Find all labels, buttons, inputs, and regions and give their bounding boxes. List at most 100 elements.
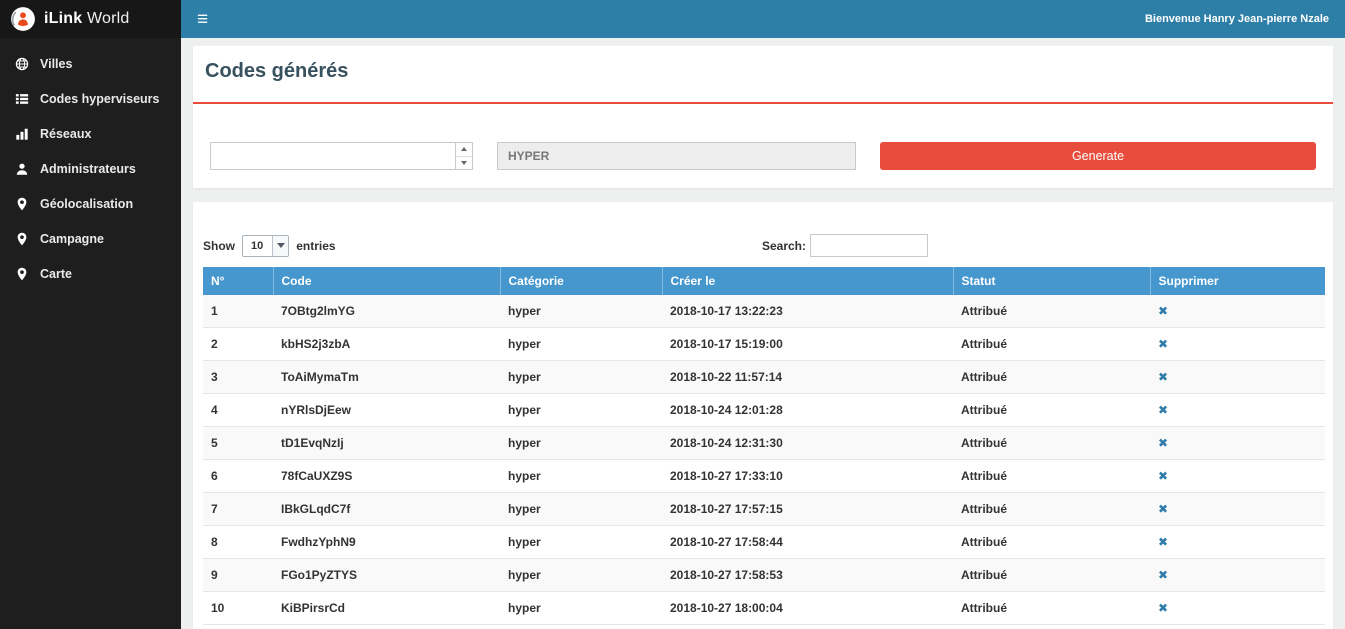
table-row: 8 FwdhzYphN9 hyper 2018-10-27 17:58:44 A… — [203, 526, 1325, 559]
sidebar-item-label: Campagne — [40, 232, 104, 246]
table-row: 5 tD1EvqNzIj hyper 2018-10-24 12:31:30 A… — [203, 427, 1325, 460]
red-divider — [193, 102, 1333, 104]
stepper-down-icon[interactable] — [456, 157, 472, 170]
delete-icon[interactable]: ✖ — [1158, 601, 1168, 615]
cell-created: 2018-10-22 11:57:14 — [662, 361, 953, 394]
menu-toggle-icon[interactable]: ≡ — [197, 10, 208, 29]
cell-delete: ✖ — [1150, 394, 1325, 427]
page-length-control: Show 10 entries — [203, 235, 336, 257]
cell-code: kbHS2j3zbA — [273, 328, 500, 361]
table-row: 2 kbHS2j3zbA hyper 2018-10-17 15:19:00 A… — [203, 328, 1325, 361]
cell-category: hyper — [500, 427, 662, 460]
cell-status: Attribué — [953, 592, 1150, 625]
cell-status: Attribué — [953, 295, 1150, 328]
quantity-stepper[interactable] — [210, 142, 473, 170]
cell-category: hyper — [500, 328, 662, 361]
codes-table: N°CodeCatégorieCréer leStatutSupprimer 1… — [203, 267, 1325, 625]
cell-code: nYRlsDjEew — [273, 394, 500, 427]
cell-status: Attribué — [953, 559, 1150, 592]
cell-created: 2018-10-27 17:58:53 — [662, 559, 953, 592]
cell-status: Attribué — [953, 427, 1150, 460]
generate-button[interactable]: Generate — [880, 142, 1316, 170]
cell-status: Attribué — [953, 526, 1150, 559]
sidebar-item-codes-hyperviseurs[interactable]: Codes hyperviseurs — [0, 81, 181, 116]
cell-num: 3 — [203, 361, 273, 394]
sidebar-item-label: Villes — [40, 57, 72, 71]
cell-category: hyper — [500, 295, 662, 328]
category-field[interactable] — [497, 142, 856, 170]
sidebar-item-administrateurs[interactable]: Administrateurs — [0, 151, 181, 186]
cell-created: 2018-10-27 17:58:44 — [662, 526, 953, 559]
brand-name: iLink World — [44, 10, 129, 28]
quantity-input[interactable] — [210, 142, 473, 170]
column-header-0[interactable]: N° — [203, 267, 273, 295]
user-icon — [15, 162, 29, 176]
sidebar: iLink World Villes Codes hyperviseurs Ré… — [0, 0, 181, 629]
sidebar-item-carte[interactable]: Carte — [0, 256, 181, 291]
cell-code: FGo1PyZTYS — [273, 559, 500, 592]
delete-icon[interactable]: ✖ — [1158, 304, 1168, 318]
table-row: 6 78fCaUXZ9S hyper 2018-10-27 17:33:10 A… — [203, 460, 1325, 493]
topbar: ≡ Bienvenue Hanry Jean-pierre Nzale — [181, 0, 1345, 38]
cell-num: 6 — [203, 460, 273, 493]
delete-icon[interactable]: ✖ — [1158, 535, 1168, 549]
sidebar-item-villes[interactable]: Villes — [0, 46, 181, 81]
stepper-arrows[interactable] — [455, 143, 472, 169]
column-header-3[interactable]: Créer le — [662, 267, 953, 295]
cell-num: 5 — [203, 427, 273, 460]
cell-num: 4 — [203, 394, 273, 427]
page-title: Codes générés — [203, 60, 1323, 83]
cell-code: 7OBtg2lmYG — [273, 295, 500, 328]
stepper-up-icon[interactable] — [456, 143, 472, 157]
cell-category: hyper — [500, 559, 662, 592]
column-header-2[interactable]: Catégorie — [500, 267, 662, 295]
cell-created: 2018-10-24 12:01:28 — [662, 394, 953, 427]
cell-delete: ✖ — [1150, 361, 1325, 394]
page-length-select[interactable]: 10 — [242, 235, 289, 257]
list-icon — [15, 92, 29, 106]
delete-icon[interactable]: ✖ — [1158, 436, 1168, 450]
marker-icon — [15, 232, 29, 246]
brand[interactable]: iLink World — [0, 0, 181, 38]
cell-category: hyper — [500, 526, 662, 559]
cell-code: ToAiMymaTm — [273, 361, 500, 394]
column-header-1[interactable]: Code — [273, 267, 500, 295]
globe-icon — [15, 57, 29, 71]
delete-icon[interactable]: ✖ — [1158, 370, 1168, 384]
delete-icon[interactable]: ✖ — [1158, 337, 1168, 351]
cell-num: 2 — [203, 328, 273, 361]
sidebar-item-label: Administrateurs — [40, 162, 136, 176]
page-length-value: 10 — [243, 236, 272, 256]
codes-table-panel: Show 10 entries Search: — [193, 202, 1333, 629]
delete-icon[interactable]: ✖ — [1158, 469, 1168, 483]
sidebar-item-reseaux[interactable]: Réseaux — [0, 116, 181, 151]
table-header-row: N°CodeCatégorieCréer leStatutSupprimer — [203, 267, 1325, 295]
sidebar-item-geolocalisation[interactable]: Géolocalisation — [0, 186, 181, 221]
column-header-4[interactable]: Statut — [953, 267, 1150, 295]
column-header-5[interactable]: Supprimer — [1150, 267, 1325, 295]
chevron-down-icon — [272, 236, 288, 256]
table-row: 10 KiBPirsrCd hyper 2018-10-27 18:00:04 … — [203, 592, 1325, 625]
search-control: Search: — [762, 234, 928, 257]
cell-category: hyper — [500, 493, 662, 526]
entries-label: entries — [296, 239, 335, 253]
sidebar-item-label: Carte — [40, 267, 72, 281]
delete-icon[interactable]: ✖ — [1158, 568, 1168, 582]
cell-num: 10 — [203, 592, 273, 625]
sidebar-item-campagne[interactable]: Campagne — [0, 221, 181, 256]
welcome-username: Hanry Jean-pierre Nzale — [1204, 13, 1329, 25]
cell-category: hyper — [500, 460, 662, 493]
delete-icon[interactable]: ✖ — [1158, 403, 1168, 417]
table-row: 9 FGo1PyZTYS hyper 2018-10-27 17:58:53 A… — [203, 559, 1325, 592]
cell-delete: ✖ — [1150, 328, 1325, 361]
cell-category: hyper — [500, 361, 662, 394]
main-area: ≡ Bienvenue Hanry Jean-pierre Nzale Code… — [181, 0, 1345, 629]
delete-icon[interactable]: ✖ — [1158, 502, 1168, 516]
cell-status: Attribué — [953, 460, 1150, 493]
cell-delete: ✖ — [1150, 592, 1325, 625]
cell-delete: ✖ — [1150, 295, 1325, 328]
marker-icon — [15, 267, 29, 281]
cell-code: FwdhzYphN9 — [273, 526, 500, 559]
search-input[interactable] — [810, 234, 928, 257]
cell-delete: ✖ — [1150, 526, 1325, 559]
